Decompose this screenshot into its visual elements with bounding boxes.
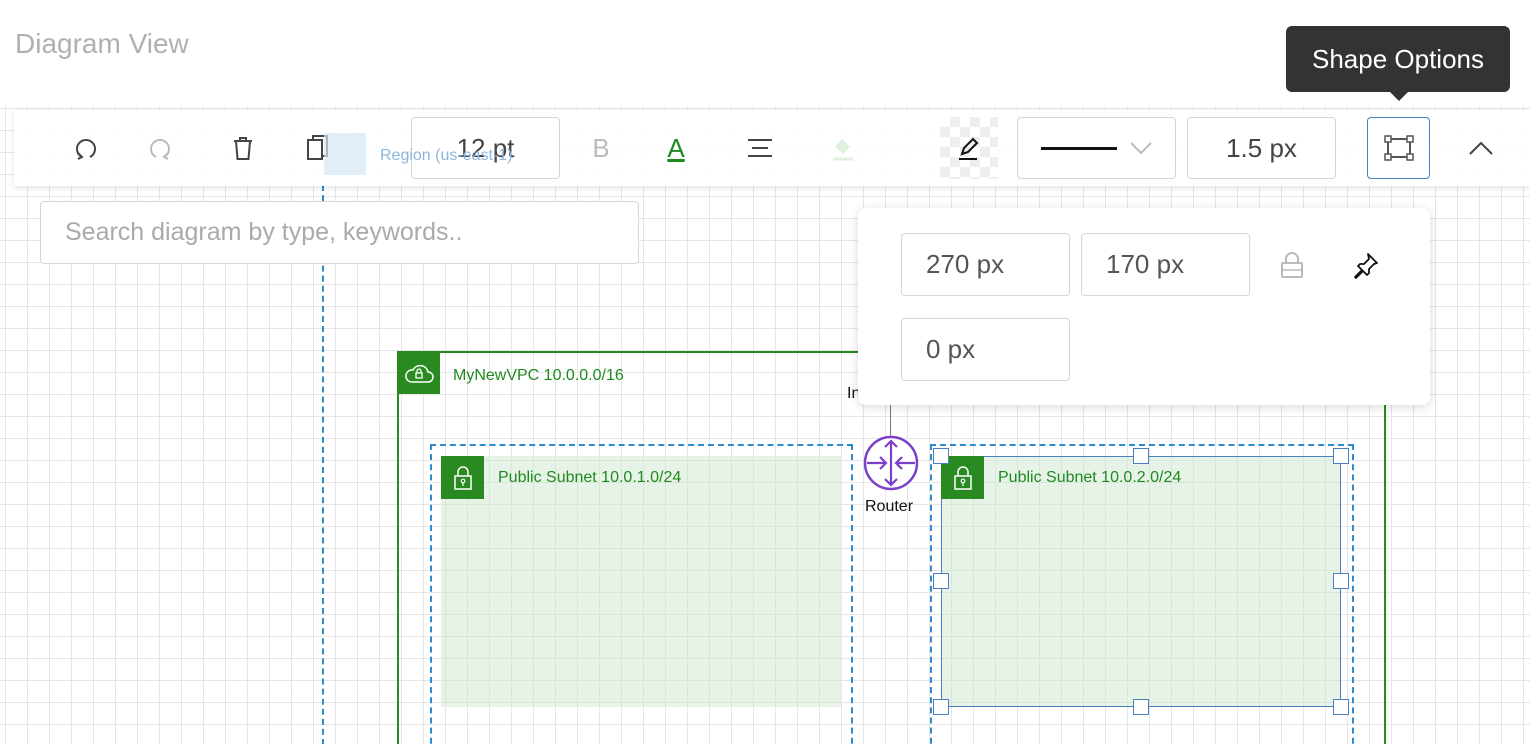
align-center-icon	[748, 139, 772, 157]
trash-icon	[234, 137, 252, 160]
resize-handle-w[interactable]	[933, 573, 949, 589]
resize-handle-sw[interactable]	[933, 699, 949, 715]
shape-options-button[interactable]	[1367, 117, 1430, 179]
search-input[interactable]: Search diagram by type, keywords..	[40, 201, 639, 264]
subnet2-selected[interactable]	[941, 456, 1341, 707]
region-border	[322, 185, 324, 744]
router-label: Router	[865, 498, 914, 515]
region-flag-icon	[324, 133, 366, 175]
shape-options-tooltip: Shape Options	[1286, 26, 1510, 92]
solid-line-preview	[1040, 146, 1117, 150]
pencil-icon	[959, 137, 979, 160]
chevron-down-icon	[1129, 142, 1152, 155]
shape-width-input[interactable]: 270 px	[901, 233, 1070, 296]
text-align-button[interactable]	[740, 117, 780, 179]
resize-handle-se[interactable]	[1333, 699, 1349, 715]
subnet2-label: Public Subnet 10.0.2.0/24	[998, 469, 1182, 486]
pin-icon	[1354, 253, 1378, 279]
line-width-input[interactable]: 1.5 px	[1187, 117, 1336, 179]
shape-height-input[interactable]: 170 px	[1081, 233, 1250, 296]
delete-button[interactable]	[223, 117, 263, 179]
subnet1-label: Public Subnet 10.0.1.0/24	[498, 469, 682, 486]
collapse-toolbar-button[interactable]	[1461, 117, 1501, 179]
lock-icon	[1281, 252, 1303, 278]
region-label: Region (us-east-1)	[380, 147, 513, 164]
vpc-cloud-icon	[397, 351, 440, 394]
redo-button[interactable]	[140, 117, 180, 179]
shape-resize-icon	[1383, 135, 1414, 161]
undo-button[interactable]	[66, 117, 106, 179]
router-icon[interactable]	[863, 435, 919, 496]
chevron-up-icon	[1469, 141, 1493, 155]
pin-button[interactable]	[1352, 251, 1380, 284]
line-style-select[interactable]	[1017, 117, 1176, 179]
line-color-button[interactable]	[940, 117, 998, 179]
vpc-label: MyNewVPC 10.0.0.0/16	[453, 367, 624, 384]
font-color-button[interactable]: A	[656, 117, 696, 179]
page-title: Diagram View	[15, 28, 189, 59]
resize-handle-n[interactable]	[1133, 448, 1149, 464]
resize-handle-s[interactable]	[1133, 699, 1149, 715]
undo-icon	[76, 138, 96, 160]
resize-handle-e[interactable]	[1333, 573, 1349, 589]
shape-rotation-input[interactable]: 0 px	[901, 318, 1070, 381]
resize-handle-nw[interactable]	[933, 448, 949, 464]
bold-button[interactable]: B	[581, 117, 621, 179]
redo-icon	[150, 138, 170, 160]
tooltip-arrow	[1390, 92, 1408, 101]
subnet1-lock-icon	[441, 456, 484, 499]
paint-bucket-icon	[833, 139, 853, 161]
aspect-lock-button[interactable]	[1280, 251, 1304, 284]
resize-handle-ne[interactable]	[1333, 448, 1349, 464]
subnet1[interactable]	[441, 456, 841, 707]
fill-color-button[interactable]	[823, 117, 863, 179]
